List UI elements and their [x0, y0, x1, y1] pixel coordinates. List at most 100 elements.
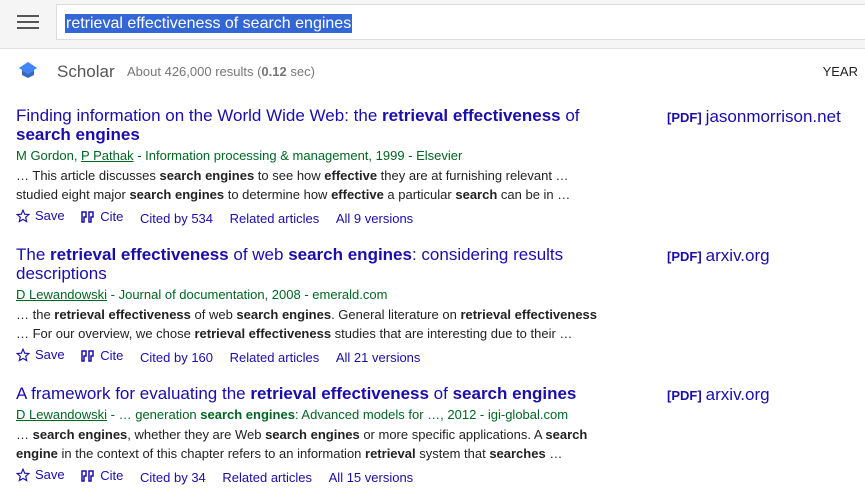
save-button[interactable]: Save: [16, 466, 65, 483]
related-articles-link[interactable]: Related articles: [230, 210, 320, 227]
all-versions-link[interactable]: All 9 versions: [336, 210, 413, 227]
pdf-link[interactable]: [PDF] jasonmorrison.net: [667, 107, 841, 127]
text-run: …: [545, 446, 563, 461]
highlighted-term: search engines: [265, 427, 360, 442]
author-link[interactable]: D Lewandowski: [16, 407, 107, 422]
results-stats: About 426,000 results (0.12 sec): [127, 64, 315, 79]
author-link[interactable]: P Pathak: [81, 148, 134, 163]
pdf-link[interactable]: [PDF] arxiv.org: [667, 385, 770, 405]
save-label: Save: [35, 208, 65, 223]
text-run: … the: [16, 307, 55, 322]
sub-bar: Scholar About 426,000 results (0.12 sec)…: [0, 49, 865, 93]
result-meta: D Lewandowski - … generation search engi…: [16, 407, 616, 423]
text-run: studies that are interesting due to thei…: [331, 326, 573, 341]
pdf-format-label: [PDF]: [667, 249, 702, 264]
text-run: to see how: [254, 168, 325, 183]
year-filter-button[interactable]: YEAR: [823, 64, 858, 79]
highlighted-term: retrieval: [365, 446, 416, 461]
highlighted-term: searches: [489, 446, 546, 461]
result-title[interactable]: The retrieval effectiveness of web searc…: [16, 245, 596, 283]
highlighted-term: retrieval effectiveness: [250, 384, 429, 403]
pdf-source: arxiv.org: [705, 385, 770, 404]
cite-label: Cite: [100, 468, 124, 483]
text-run: M Gordon: [16, 148, 74, 163]
all-versions-link[interactable]: All 15 versions: [329, 469, 414, 486]
highlighted-term: retrieval effectiveness: [460, 307, 598, 322]
highlighted-term: search engines: [200, 407, 295, 422]
text-run: of: [560, 106, 580, 125]
hamburger-icon[interactable]: [17, 12, 39, 34]
search-box[interactable]: retrieval effectiveness of search engine…: [56, 4, 865, 40]
text-run: ,: [73, 148, 82, 163]
text-run: of: [428, 384, 453, 403]
cite-label: Cite: [100, 209, 124, 224]
text-run: can be in …: [497, 187, 571, 202]
text-run: : Advanced models for …, 2012 - igi-glob…: [294, 407, 569, 422]
highlighted-term: search engines: [236, 307, 332, 322]
stats-time: 0.12: [261, 64, 287, 79]
quote-icon: [81, 210, 95, 223]
result-title[interactable]: Finding information on the World Wide We…: [16, 106, 596, 144]
highlighted-term: search engines: [288, 245, 412, 264]
text-run: a particular: [383, 187, 456, 202]
text-run: … This article discusses: [16, 168, 160, 183]
app-name[interactable]: Scholar: [57, 62, 115, 82]
highlighted-term: retrieval effectiveness: [50, 245, 229, 264]
author-link[interactable]: D Lewandowski: [16, 287, 107, 302]
cite-button[interactable]: Cite: [81, 347, 123, 364]
text-run: The: [16, 245, 51, 264]
star-outline-icon: [16, 467, 30, 482]
all-versions-link[interactable]: All 21 versions: [336, 349, 421, 366]
save-button[interactable]: Save: [16, 346, 65, 363]
result-item: The retrieval effectiveness of web searc…: [16, 245, 616, 366]
text-run: of web: [190, 307, 237, 322]
cited-by-link[interactable]: Cited by 34: [140, 469, 206, 486]
cite-button[interactable]: Cite: [81, 208, 123, 225]
pdf-source: jasonmorrison.net: [705, 107, 841, 126]
scholar-cap-icon[interactable]: [18, 61, 38, 79]
text-run: , whether they are Web: [127, 427, 266, 442]
highlighted-term: effective: [324, 168, 378, 183]
text-run: A framework for evaluating the: [16, 384, 251, 403]
result-snippet: … search engines, whether they are Web s…: [16, 425, 606, 463]
search-input[interactable]: [57, 5, 865, 39]
text-run: . General literature on: [331, 307, 461, 322]
text-run: Finding information on the World Wide We…: [16, 106, 382, 125]
highlighted-term: retrieval effectiveness: [194, 326, 332, 341]
pdf-link[interactable]: [PDF] arxiv.org: [667, 246, 770, 266]
pdf-format-label: [PDF]: [667, 110, 702, 125]
text-run: system that: [415, 446, 490, 461]
text-run: to determine how: [224, 187, 332, 202]
result-item: Finding information on the World Wide We…: [16, 106, 616, 227]
text-run: … For our overview, we chose: [16, 326, 195, 341]
cite-button[interactable]: Cite: [81, 467, 123, 484]
highlighted-term: search engines: [159, 168, 255, 183]
stats-prefix: About 426,000 results (: [127, 64, 262, 79]
result-meta: D Lewandowski - Journal of documentation…: [16, 287, 616, 303]
result-actions: Save Cite Cited by 160 Related articles …: [16, 346, 616, 366]
result-actions: Save Cite Cited by 534 Related articles …: [16, 207, 616, 227]
save-button[interactable]: Save: [16, 207, 65, 224]
text-run: in the context of this chapter refers to…: [57, 446, 366, 461]
highlighted-term: effective: [331, 187, 384, 202]
highlighted-term: search engines: [16, 125, 140, 144]
text-run: …: [16, 427, 33, 442]
related-articles-link[interactable]: Related articles: [230, 349, 320, 366]
star-outline-icon: [16, 208, 30, 223]
related-articles-link[interactable]: Related articles: [222, 469, 312, 486]
highlighted-term: search: [455, 187, 498, 202]
pdf-format-label: [PDF]: [667, 388, 702, 403]
result-meta: M Gordon, P Pathak - Information process…: [16, 148, 616, 164]
highlighted-term: retrieval effectiveness: [54, 307, 191, 322]
save-label: Save: [35, 347, 65, 362]
quote-icon: [81, 349, 95, 362]
star-outline-icon: [16, 347, 30, 362]
quote-icon: [81, 469, 95, 482]
highlighted-term: search engines: [32, 427, 128, 442]
text-run: - … generation: [107, 407, 201, 422]
cited-by-link[interactable]: Cited by 534: [140, 210, 213, 227]
pdf-source: arxiv.org: [705, 246, 770, 265]
result-title[interactable]: A framework for evaluating the retrieval…: [16, 384, 596, 403]
result-snippet: … the retrieval effectiveness of web sea…: [16, 305, 606, 343]
cited-by-link[interactable]: Cited by 160: [140, 349, 213, 366]
